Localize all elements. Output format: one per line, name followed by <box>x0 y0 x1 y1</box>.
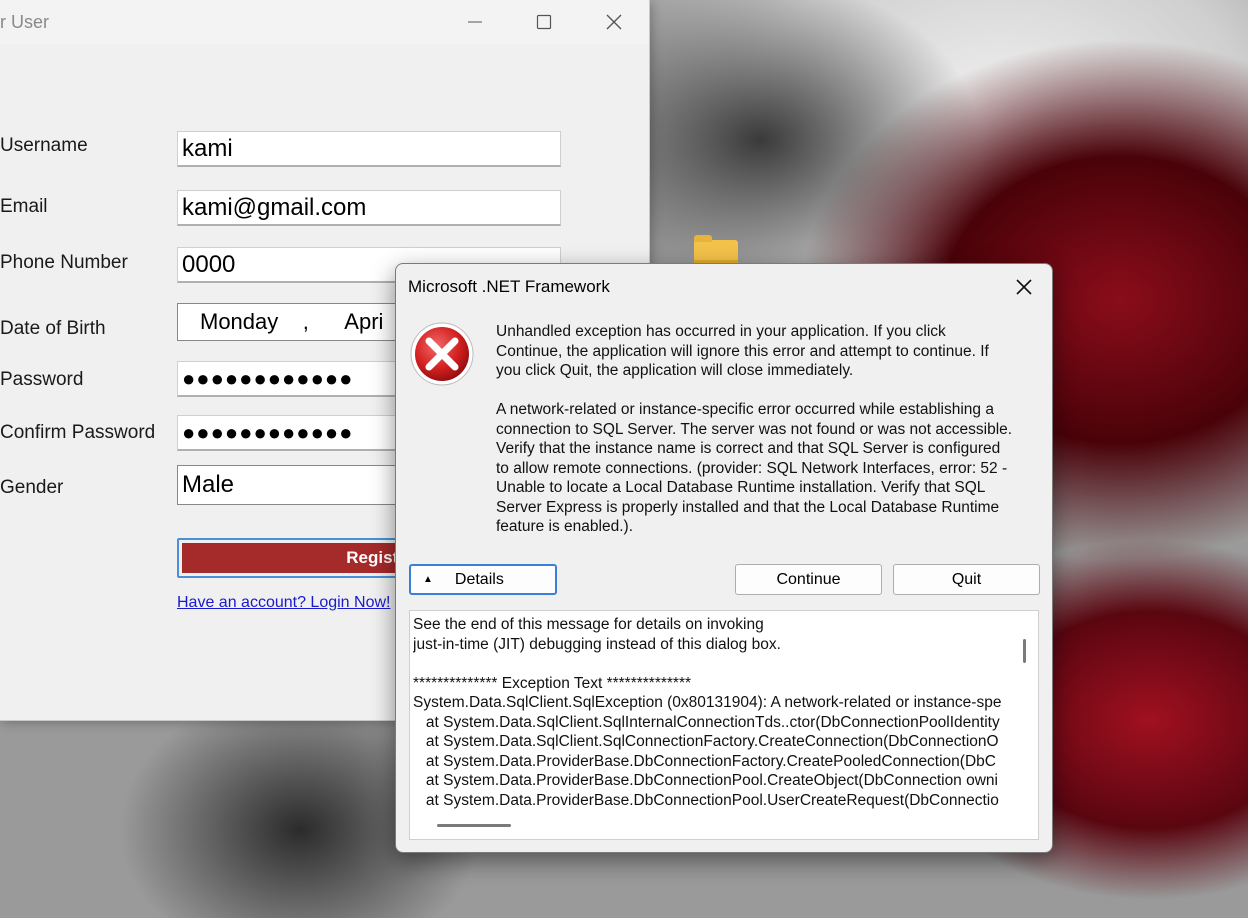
continue-button[interactable]: Continue <box>735 564 882 595</box>
details-button[interactable]: ▲ Details <box>409 564 557 595</box>
gender-label: Gender <box>0 477 64 498</box>
dialog-title: Microsoft .NET Framework <box>408 277 610 296</box>
minimize-icon <box>468 21 482 23</box>
title-bar[interactable]: r User <box>0 0 649 44</box>
phone-label: Phone Number <box>0 252 128 273</box>
details-button-label: Details <box>454 570 504 588</box>
exception-details-text: See the end of this message for details … <box>413 616 1002 809</box>
error-dialog: Microsoft .NET Framework Unhandled excep… <box>395 263 1053 853</box>
password-label: Password <box>0 369 84 390</box>
maximize-button[interactable] <box>509 0 579 44</box>
maximize-icon <box>536 14 552 30</box>
dialog-close-button[interactable] <box>1004 270 1044 304</box>
username-label: Username <box>0 135 88 156</box>
email-label: Email <box>0 196 48 217</box>
horizontal-scrollbar[interactable] <box>437 824 511 827</box>
dob-label: Date of Birth <box>0 318 106 339</box>
dialog-message-intro: Unhandled exception has occurred in your… <box>496 323 989 379</box>
window-title: r User <box>0 12 49 32</box>
close-button[interactable] <box>579 0 649 44</box>
email-input[interactable]: kami@gmail.com <box>177 190 561 226</box>
vertical-scrollbar[interactable] <box>1023 639 1026 663</box>
collapse-arrow-icon: ▲ <box>423 574 433 585</box>
minimize-button[interactable] <box>440 0 510 44</box>
username-input[interactable]: kami <box>177 131 561 167</box>
close-icon <box>606 14 622 30</box>
quit-button[interactable]: Quit <box>893 564 1040 595</box>
login-link[interactable]: Have an account? Login Now! <box>177 594 390 612</box>
confirm-password-label: Confirm Password <box>0 422 156 443</box>
error-icon <box>410 322 474 386</box>
details-textbox[interactable]: See the end of this message for details … <box>409 610 1039 840</box>
dialog-message-error: A network-related or instance-specific e… <box>496 401 1013 535</box>
close-icon <box>1016 279 1032 295</box>
